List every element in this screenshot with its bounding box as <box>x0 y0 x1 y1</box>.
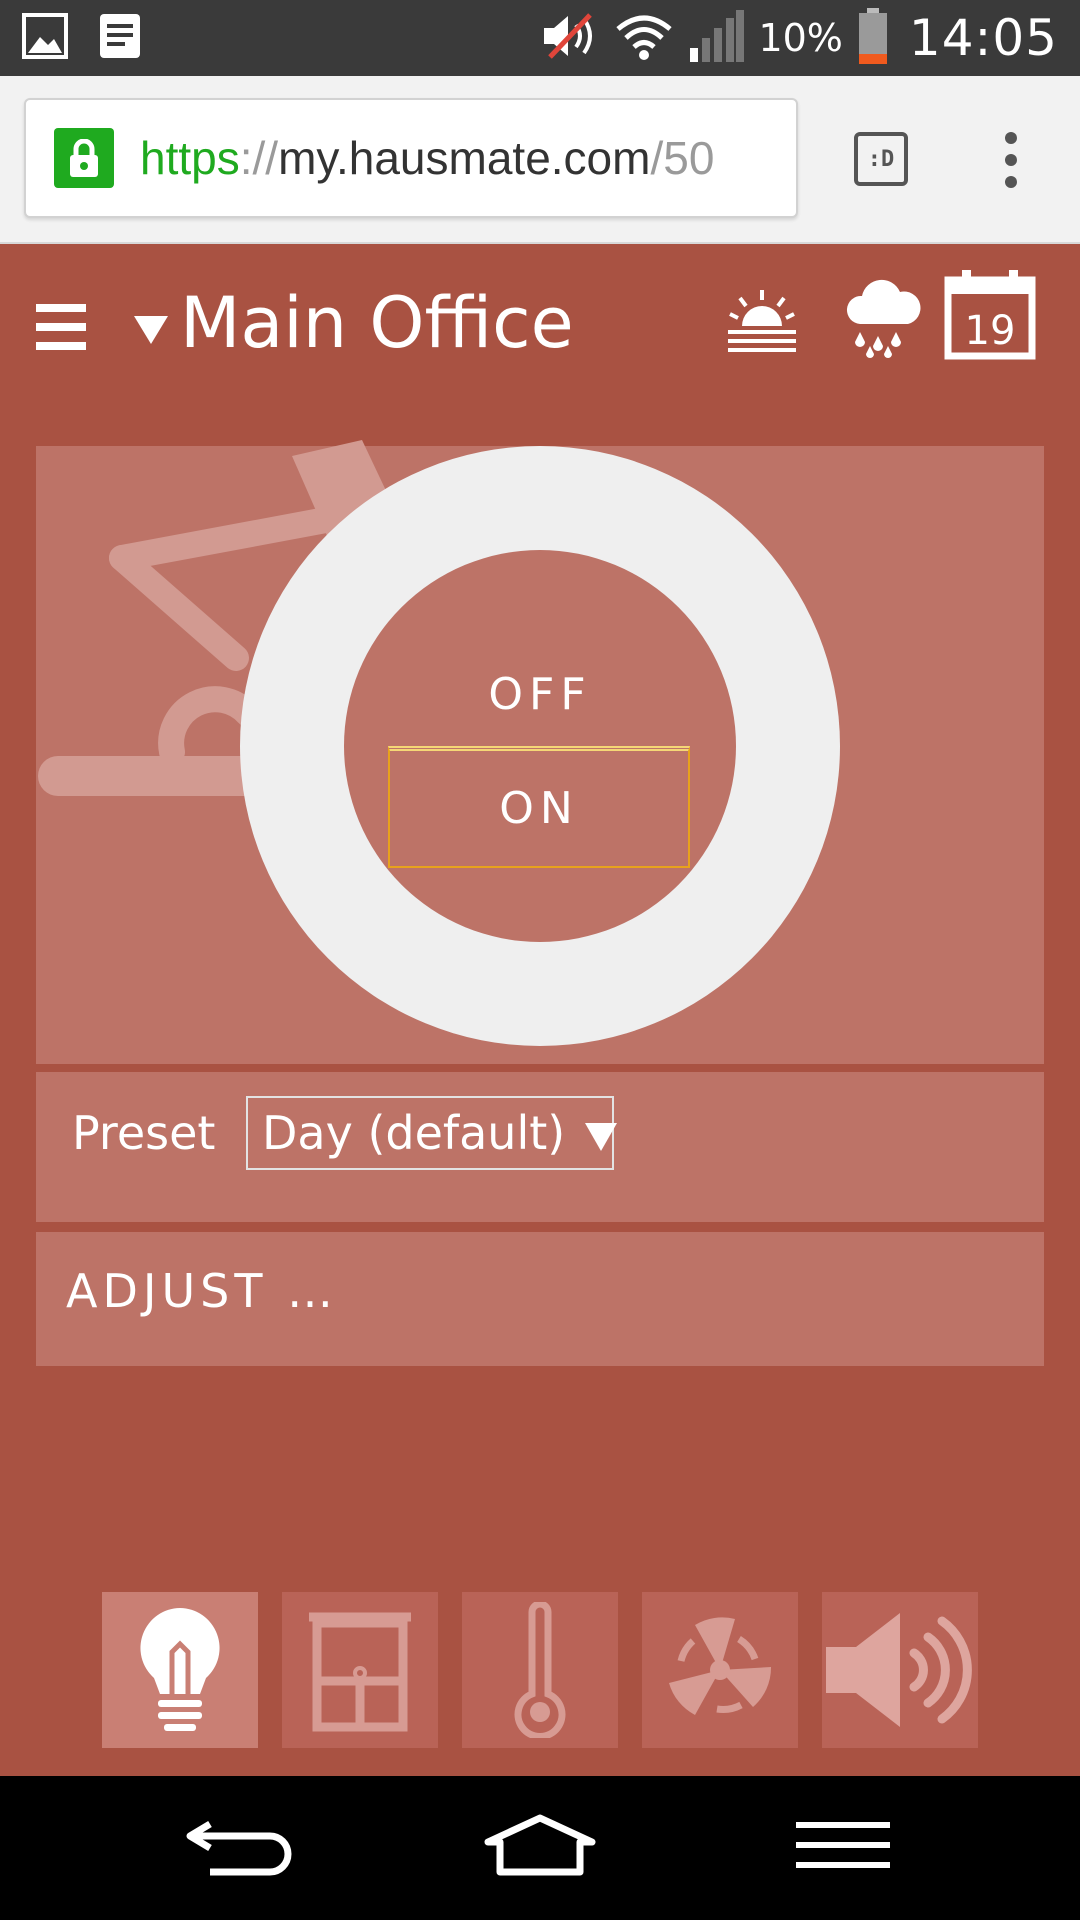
power-dial-center: OFF ON <box>344 550 736 942</box>
room-dropdown-caret-icon[interactable] <box>134 316 168 344</box>
chevron-down-icon <box>585 1123 618 1151</box>
tab-ventilation[interactable] <box>642 1592 798 1748</box>
sunrise-icon[interactable] <box>726 286 798 362</box>
status-clock: 14:05 <box>908 9 1058 67</box>
adjust-label: ADJUST … <box>66 1264 339 1318</box>
category-tab-bar <box>102 1592 978 1748</box>
battery-icon <box>857 8 889 68</box>
overflow-menu-icon[interactable] <box>996 132 1026 188</box>
calendar-day: 19 <box>965 308 1016 354</box>
browser-toolbar: https://my.hausmate.com/50 :D <box>0 76 1080 244</box>
speaker-icon <box>826 1613 972 1727</box>
gallery-icon <box>22 13 68 63</box>
menu-lines-icon[interactable] <box>796 1822 890 1872</box>
window-blinds-icon <box>309 1612 411 1732</box>
calendar-icon[interactable]: 19 <box>944 268 1036 364</box>
room-title[interactable]: Main Office <box>180 282 574 364</box>
preset-selected-value: Day (default) <box>262 1106 566 1160</box>
power-dial: OFF ON <box>240 446 840 1046</box>
tab-switcher-button[interactable]: :D <box>854 132 908 186</box>
signal-icon <box>688 10 745 66</box>
preset-label: Preset <box>72 1106 216 1160</box>
volume-muted-icon <box>540 11 600 65</box>
tab-audio[interactable] <box>822 1592 978 1748</box>
home-icon[interactable] <box>484 1812 596 1880</box>
thermometer-icon <box>514 1602 566 1738</box>
status-bar: 10% 14:05 <box>0 0 1080 76</box>
battery-percent: 10% <box>758 16 843 60</box>
notes-icon <box>100 14 140 62</box>
tab-temperature[interactable] <box>462 1592 618 1748</box>
url-text: https://my.hausmate.com/50 <box>140 132 715 184</box>
back-icon[interactable] <box>184 1812 292 1880</box>
rain-cloud-icon[interactable] <box>842 274 924 362</box>
light-control-card: OFF ON <box>36 440 1044 1064</box>
wifi-icon <box>614 11 674 65</box>
preset-select[interactable]: Day (default) <box>246 1096 618 1170</box>
on-button[interactable]: ON <box>388 746 690 868</box>
off-button[interactable]: OFF <box>344 654 736 734</box>
url-bar[interactable]: https://my.hausmate.com/50 <box>24 98 798 218</box>
lock-icon <box>54 128 114 188</box>
adjust-button[interactable]: ADJUST … <box>36 1232 1044 1366</box>
tab-blinds[interactable] <box>282 1592 438 1748</box>
fan-icon <box>669 1617 772 1715</box>
lightbulb-icon <box>140 1608 220 1731</box>
app-header: Main Office 19 <box>0 244 1080 404</box>
preset-card: Preset Day (default) <box>36 1072 1044 1222</box>
menu-icon[interactable] <box>36 304 86 350</box>
tab-light[interactable] <box>102 1592 258 1748</box>
navigation-bar <box>0 1776 1080 1920</box>
